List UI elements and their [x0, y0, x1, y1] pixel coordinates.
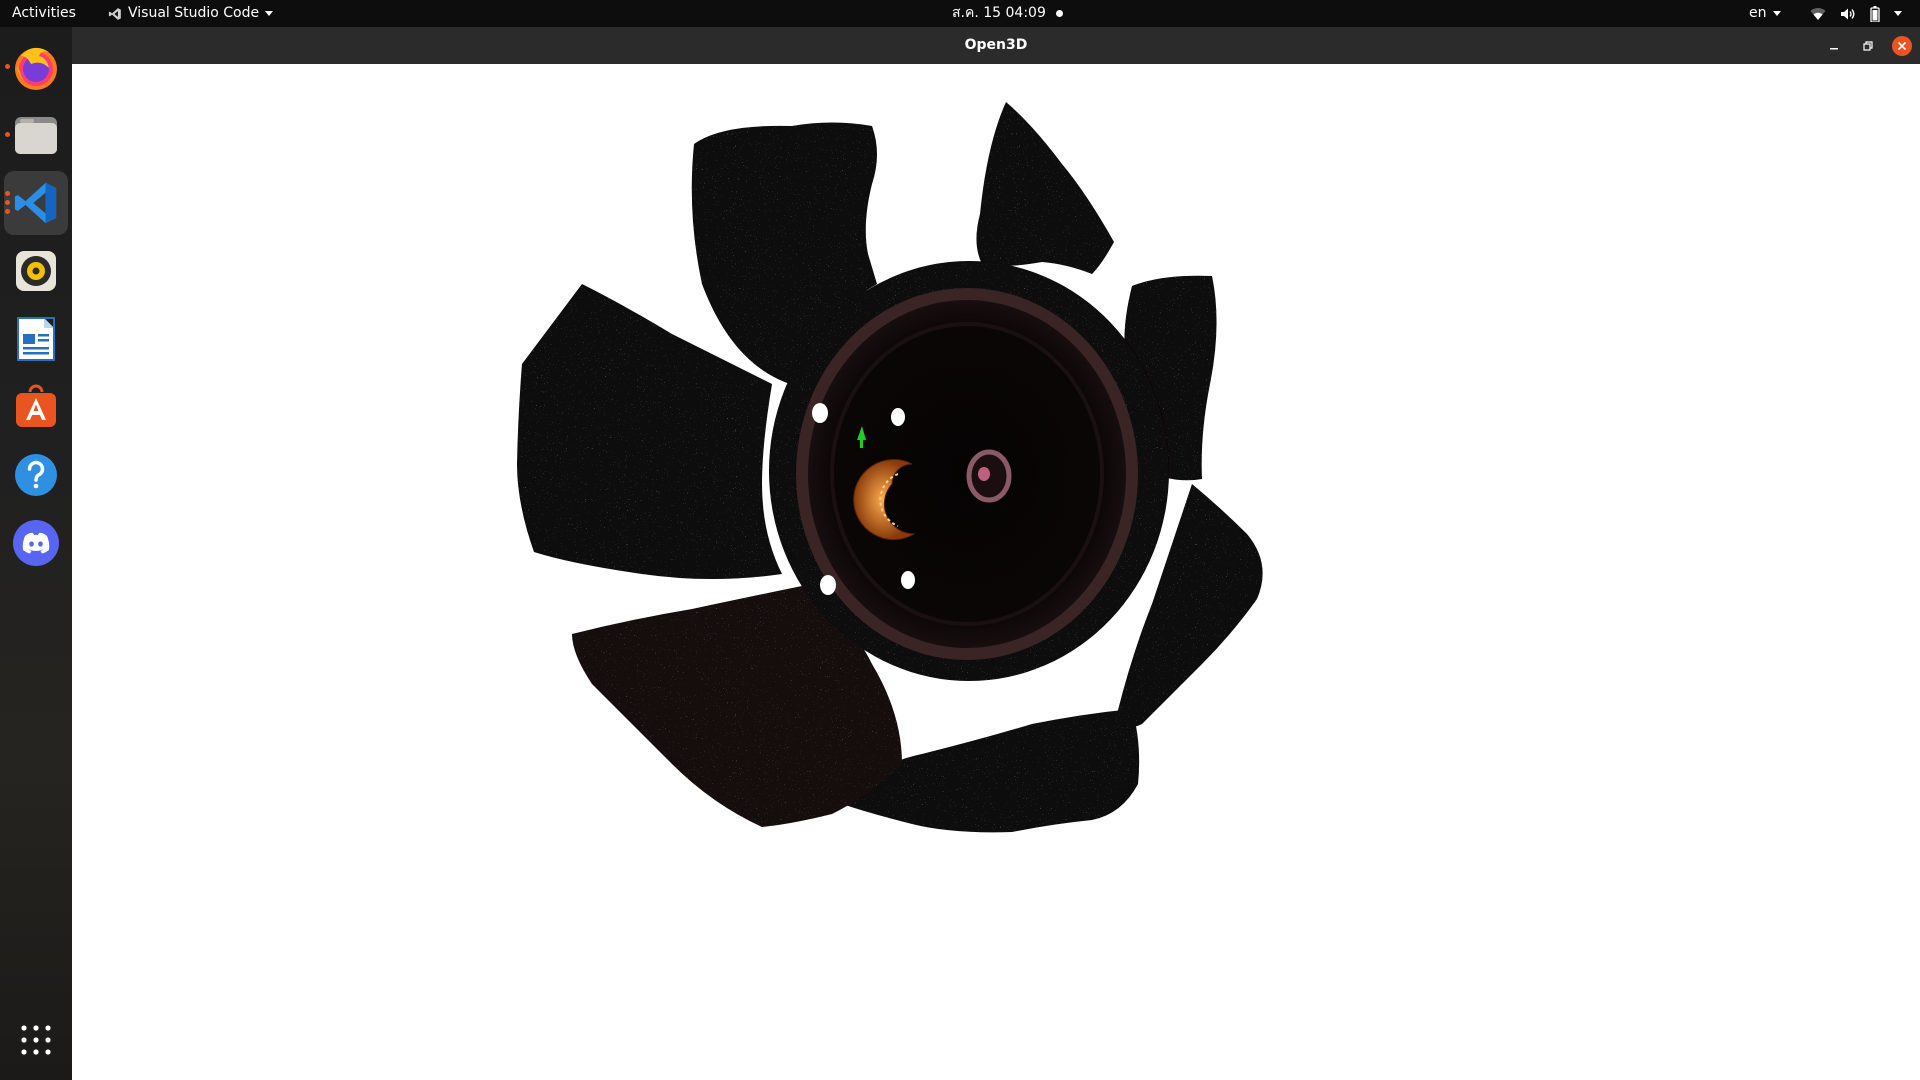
- running-indicator: [5, 132, 10, 137]
- running-indicator: [5, 209, 10, 214]
- open3d-window[interactable]: Open3D: [72, 27, 1920, 1080]
- show-apps-icon: [21, 1025, 51, 1055]
- discord-icon: [13, 520, 59, 566]
- dock: [0, 27, 72, 1080]
- help-icon: [15, 454, 57, 496]
- rhythmbox-icon: [16, 251, 56, 291]
- 3d-viewport[interactable]: [72, 64, 1920, 1080]
- dock-item-help[interactable]: [4, 443, 68, 507]
- chevron-down-icon: [265, 11, 274, 16]
- app-menu[interactable]: Visual Studio Code: [108, 0, 274, 27]
- minimize-icon: [1830, 48, 1838, 50]
- chevron-down-icon: [1894, 11, 1902, 16]
- activities-button[interactable]: Activities: [12, 0, 76, 27]
- window-title: Open3D: [964, 37, 1028, 53]
- running-indicator: [5, 64, 10, 69]
- dock-item-vscode[interactable]: [4, 171, 68, 235]
- firefox-icon: [15, 47, 57, 90]
- dock-item-firefox[interactable]: [4, 35, 68, 99]
- maximize-button[interactable]: [1858, 36, 1878, 56]
- mounting-hole: [820, 575, 836, 595]
- app-menu-label: Visual Studio Code: [128, 5, 260, 21]
- dock-item-software[interactable]: [4, 375, 68, 439]
- dock-item-files[interactable]: [4, 103, 68, 167]
- dock-item-discord[interactable]: [4, 511, 68, 575]
- clock[interactable]: ส.ค. 15 04:09: [952, 0, 1063, 27]
- dock-item-rhythmbox[interactable]: [4, 239, 68, 303]
- running-indicator: [5, 191, 10, 196]
- wifi-icon: [1810, 7, 1826, 20]
- mounting-hole: [812, 403, 828, 423]
- language-indicator[interactable]: en: [1749, 0, 1781, 27]
- minimize-button[interactable]: [1824, 36, 1844, 56]
- point-cloud-render[interactable]: [72, 64, 1920, 1080]
- vscode-icon: [14, 182, 57, 224]
- libreoffice-writer-icon: [17, 317, 55, 361]
- battery-icon: [1870, 5, 1880, 22]
- volume-icon: [1841, 8, 1855, 19]
- dock-item-writer[interactable]: [4, 307, 68, 371]
- mounting-hole: [891, 408, 905, 426]
- close-icon: [1897, 41, 1907, 51]
- mounting-hole: [901, 571, 915, 589]
- restore-icon: [1863, 41, 1873, 51]
- language-label: en: [1749, 5, 1767, 21]
- show-apps-button[interactable]: [4, 1012, 68, 1068]
- running-indicator: [5, 200, 10, 205]
- top-bar: Activities Visual Studio Code ส.ค. 15 04…: [0, 0, 1920, 27]
- files-icon: [15, 117, 57, 154]
- chevron-down-icon: [1772, 11, 1781, 16]
- vscode-small-icon: [108, 7, 121, 20]
- software-center-icon: [16, 384, 56, 427]
- fan-blade: [976, 102, 1114, 274]
- system-tray[interactable]: [1810, 0, 1902, 27]
- notification-dot-icon: [1055, 10, 1063, 17]
- clock-label: ส.ค. 15 04:09: [952, 5, 1046, 21]
- title-bar[interactable]: Open3D: [72, 27, 1920, 65]
- close-button[interactable]: [1892, 36, 1912, 56]
